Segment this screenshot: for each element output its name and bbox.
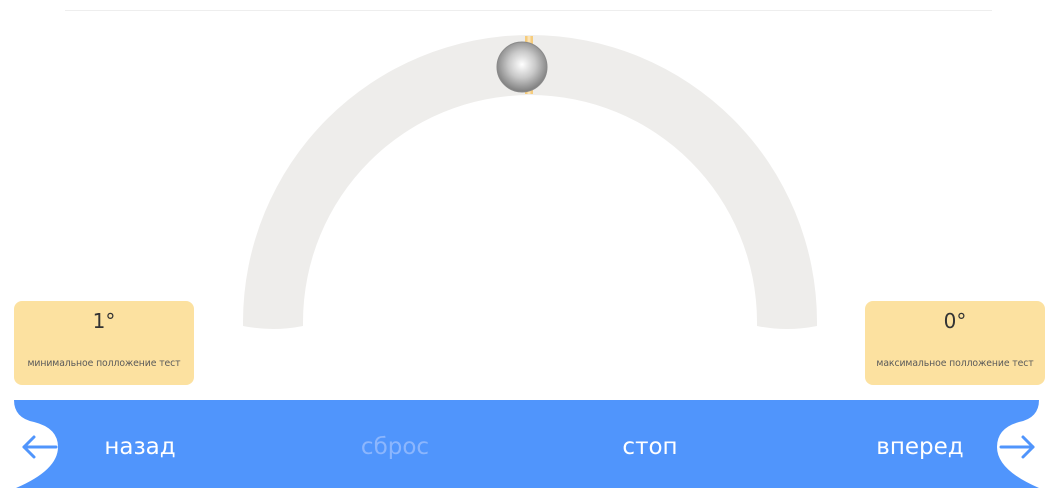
max-limit-box[interactable]: 0° максимальное полложение тест — [865, 301, 1045, 385]
min-limit-label: минимальное полложение тест — [27, 358, 181, 369]
arrow-right-icon[interactable] — [997, 433, 1037, 461]
forward-button[interactable]: вперед — [860, 425, 980, 469]
min-limit-value: 1° — [92, 309, 116, 333]
max-limit-value: 0° — [943, 309, 967, 333]
gauge-handle[interactable] — [496, 41, 548, 93]
arrow-left-icon[interactable] — [20, 433, 60, 461]
reset-button[interactable]: сброс — [335, 425, 455, 469]
max-limit-label: максимальное полложение тест — [876, 358, 1034, 369]
min-limit-box[interactable]: 1° минимальное полложение тест — [14, 301, 194, 385]
back-button[interactable]: назад — [80, 425, 200, 469]
stop-button[interactable]: стоп — [590, 425, 710, 469]
